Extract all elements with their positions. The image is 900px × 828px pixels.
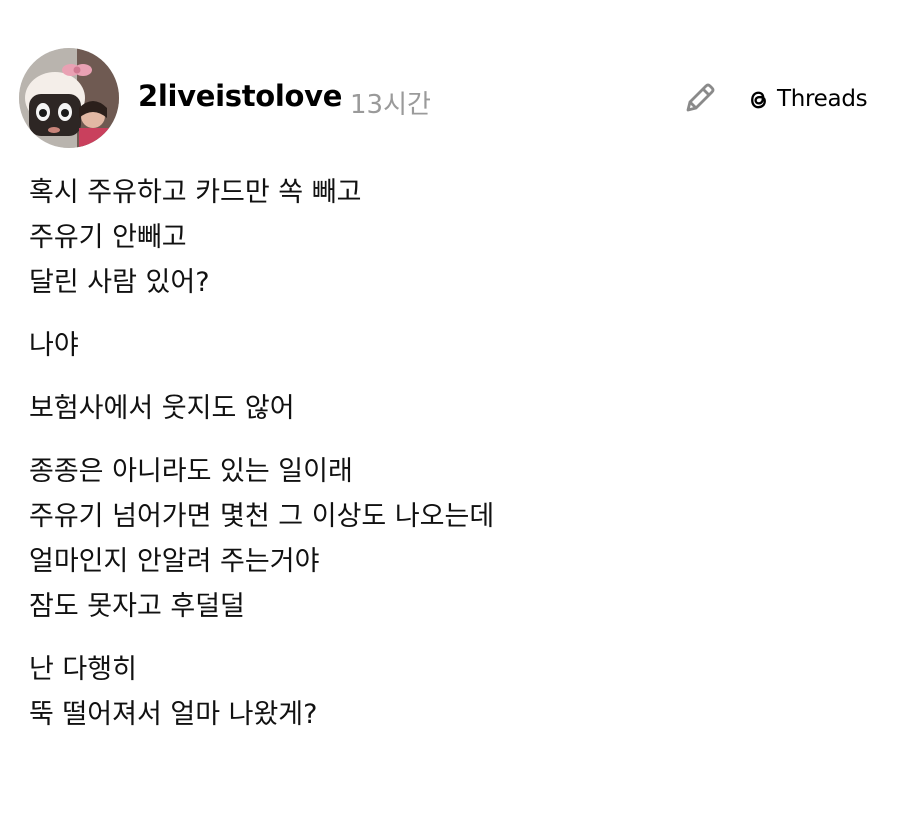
post-time: 13시간 (350, 90, 431, 120)
post-line: 보험사에서 웃지도 않어 (29, 393, 295, 424)
post-line: 잠도 못자고 후덜덜 (29, 591, 245, 622)
edit-button[interactable] (680, 78, 720, 118)
avatar-image (19, 48, 119, 148)
post-line: 종종은 아니라도 있는 일이래 (29, 456, 353, 487)
post-line: 주유기 넘어가면 몇천 그 이상도 나오는데 (29, 501, 495, 532)
post-body: 혹시 주유하고 카드만 쏙 빼고 주유기 안빼고 달린 사람 있어? 나야 보험… (29, 170, 869, 755)
post-line: 달린 사람 있어? (29, 267, 210, 298)
threads-brand[interactable]: Threads (745, 83, 868, 115)
threads-brand-label: Threads (777, 86, 868, 112)
avatar[interactable] (19, 48, 119, 148)
pencil-icon (686, 83, 715, 112)
post-paragraph: 종종은 아니라도 있는 일이래 주유기 넘어가면 몇천 그 이상도 나오는데 얼… (29, 449, 869, 629)
post-line: 나야 (29, 330, 79, 361)
post-line: 혹시 주유하고 카드만 쏙 빼고 (29, 177, 362, 208)
post-paragraph: 난 다행히 뚝 떨어져서 얼마 나왔게? (29, 647, 869, 737)
post-line: 주유기 안빼고 (29, 222, 187, 253)
post-paragraph: 혹시 주유하고 카드만 쏙 빼고 주유기 안빼고 달린 사람 있어? (29, 170, 869, 305)
post-line: 난 다행히 (29, 654, 137, 685)
post-header: 2liveistolove 13시간 Threads (0, 0, 900, 160)
post-line: 뚝 떨어져서 얼마 나왔게? (29, 699, 318, 730)
post-line: 얼마인지 안알려 주는거야 (29, 546, 320, 577)
post-paragraph: 나야 (29, 323, 869, 368)
threads-logo-icon (751, 91, 766, 108)
post-paragraph: 보험사에서 웃지도 않어 (29, 386, 869, 431)
username[interactable]: 2liveistolove (138, 79, 342, 113)
